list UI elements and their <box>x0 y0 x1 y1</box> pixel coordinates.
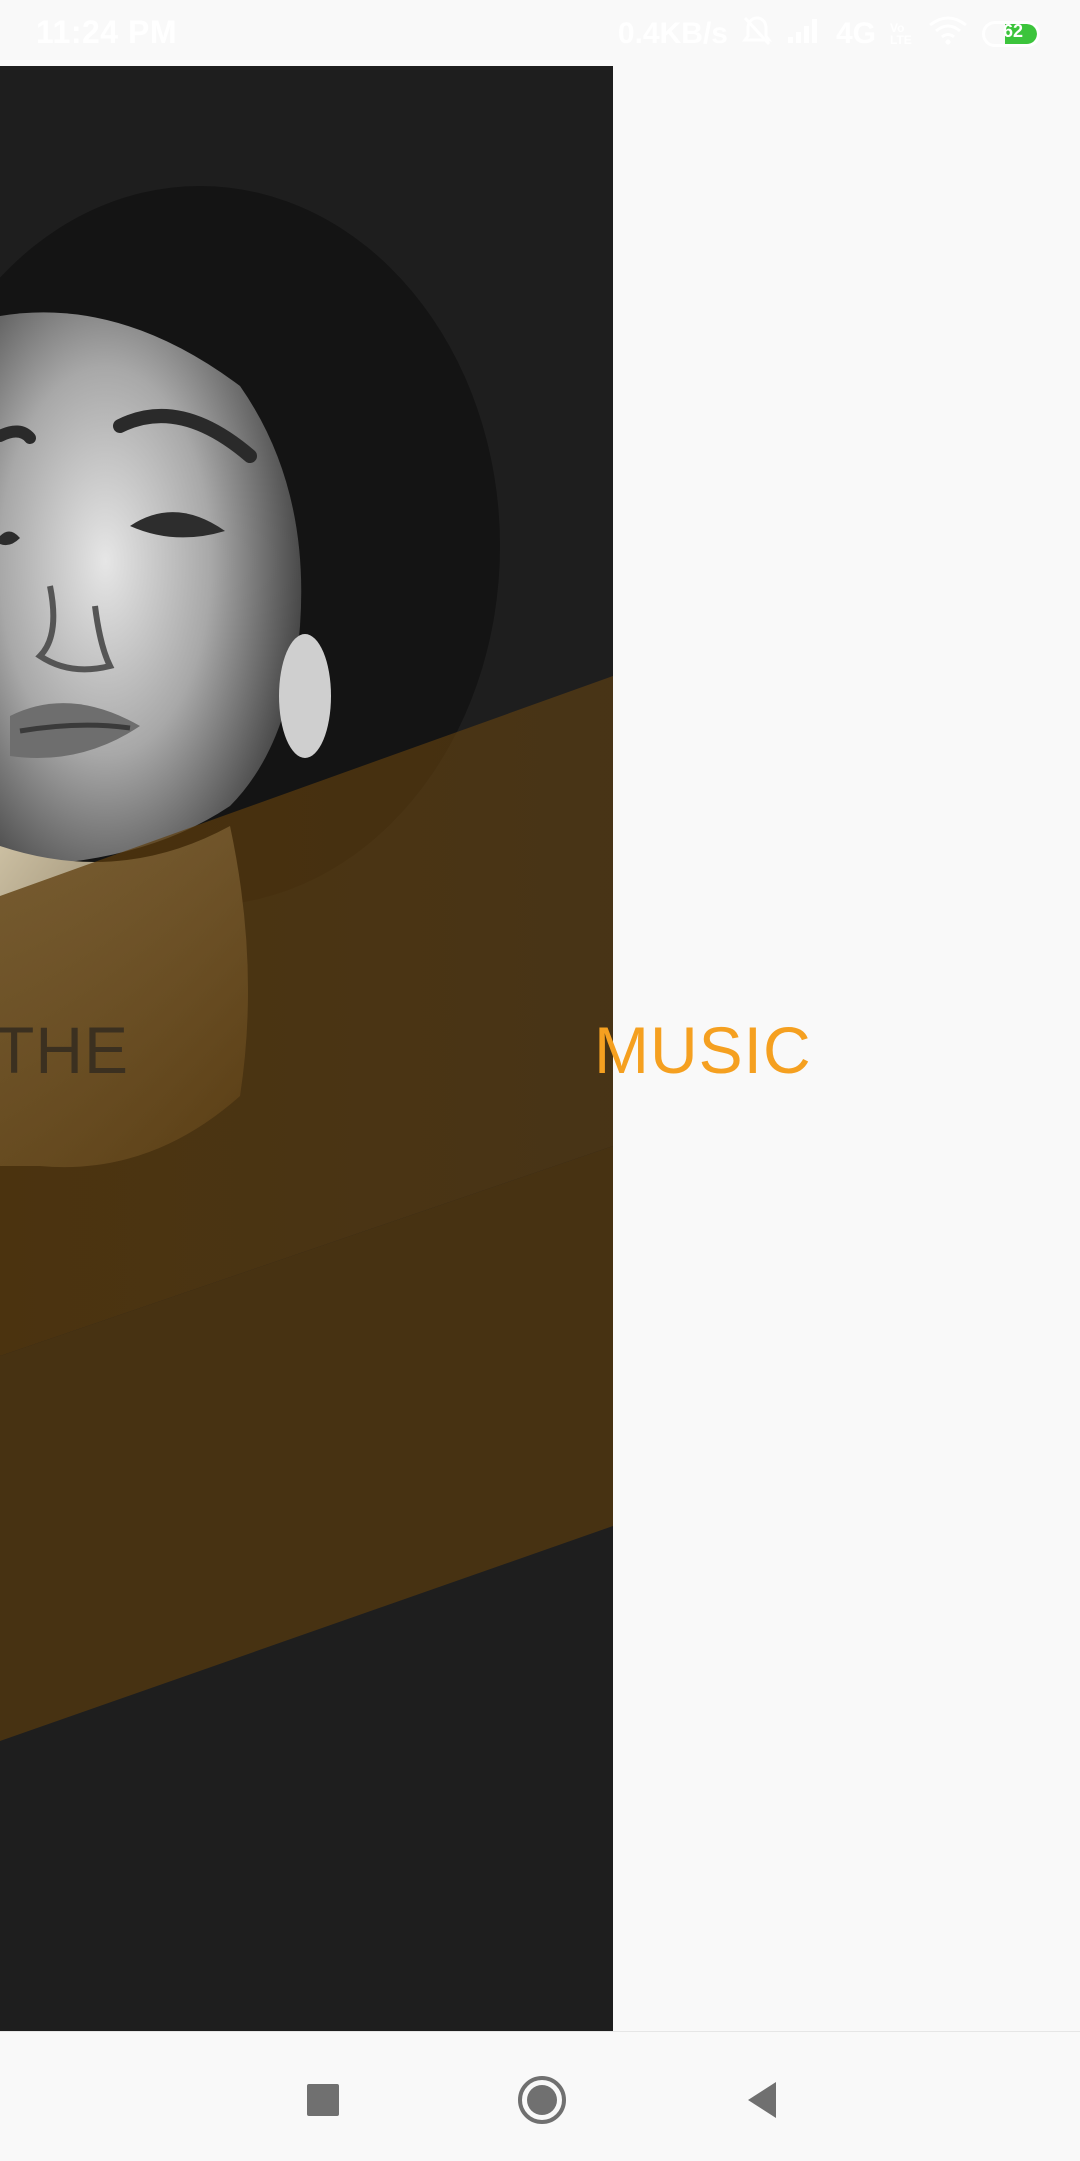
wifi-icon <box>928 15 968 53</box>
battery-level: 62 <box>1003 21 1024 41</box>
hero-word-left: THE <box>0 1013 129 1087</box>
recent-apps-icon[interactable] <box>299 2076 347 2124</box>
hero-word-right: MUSIC <box>594 1013 812 1087</box>
battery-icon: 62 <box>982 21 1040 47</box>
alarm-icon <box>741 14 772 54</box>
volte-badge: Vo LTE <box>890 21 912 47</box>
status-bar: 11:24 PM 0.4KB/s 4G Vo LTE 62 <box>0 0 1080 66</box>
home-icon[interactable] <box>516 2074 568 2126</box>
signal-icon <box>786 15 822 53</box>
network-type: 4G <box>835 17 876 50</box>
network-speed: 0.4KB/s <box>617 17 728 50</box>
status-icons: 0.4KB/s 4G Vo LTE 62 <box>618 14 1040 54</box>
status-time: 11:24 PM <box>36 14 177 50</box>
navigation-bar <box>0 2031 1080 2161</box>
back-icon[interactable] <box>740 2076 788 2124</box>
